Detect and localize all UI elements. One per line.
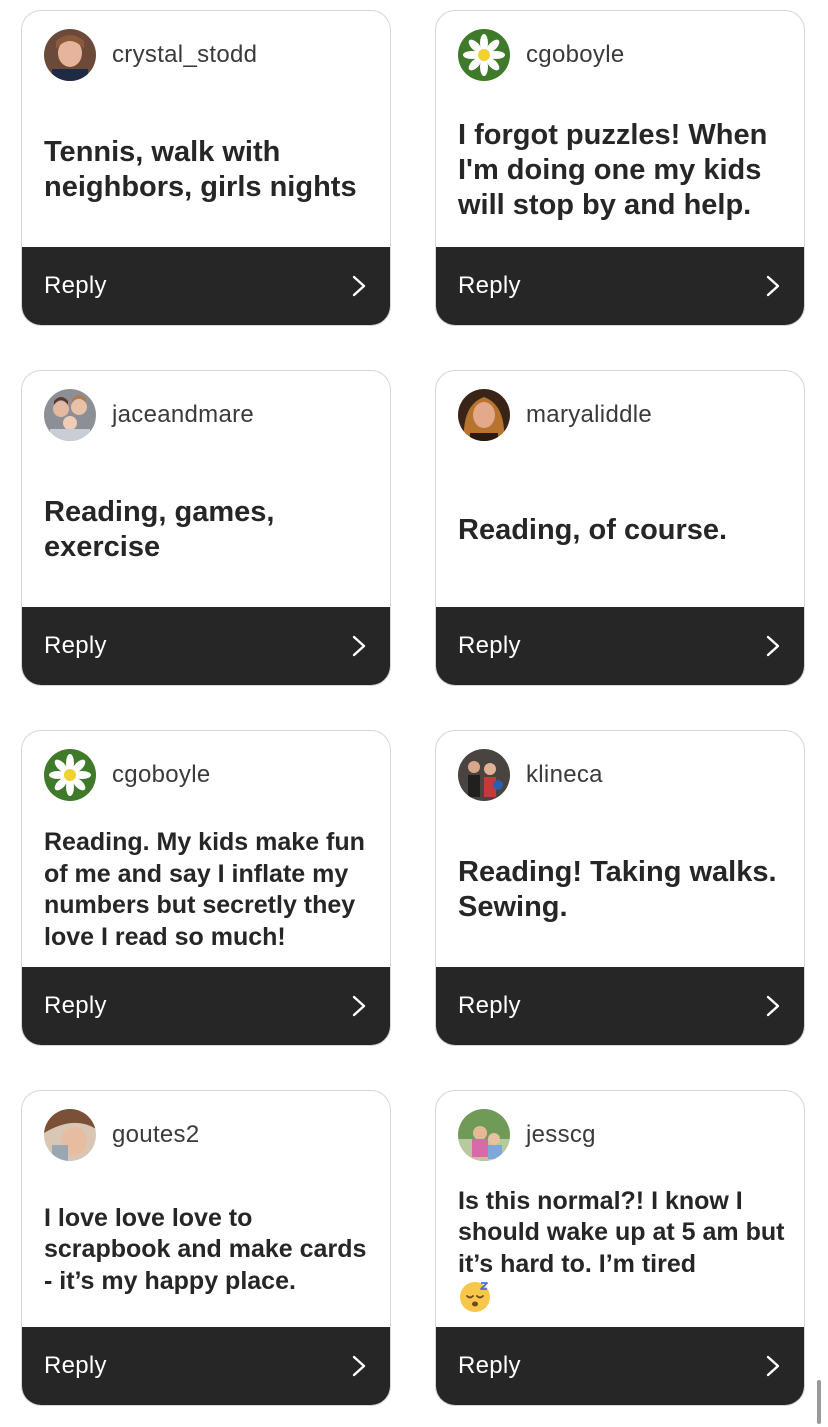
reply-button[interactable]: Reply — [436, 967, 804, 1045]
username[interactable]: crystal_stodd — [112, 41, 257, 69]
comment-author[interactable]: jaceandmare — [44, 389, 254, 441]
username[interactable]: klineca — [526, 761, 603, 789]
comment-card: jesscg Is this normal?! I know I should … — [435, 1090, 805, 1406]
reply-label: Reply — [458, 632, 521, 659]
comment-text: Reading, games, exercise — [44, 496, 275, 563]
reply-label: Reply — [44, 272, 107, 299]
username[interactable]: jesscg — [526, 1121, 596, 1149]
comment-text: Is this normal?! I know I should wake up… — [458, 1186, 786, 1315]
comment-text: I love love love to scrapbook and make c… — [44, 1203, 367, 1295]
reply-button[interactable]: Reply — [436, 607, 804, 685]
person-photo-avatar[interactable] — [44, 1109, 96, 1161]
reply-label: Reply — [458, 1352, 521, 1379]
comment-author[interactable]: klineca — [458, 749, 603, 801]
family-photo-avatar[interactable] — [44, 389, 96, 441]
reply-label: Reply — [44, 992, 107, 1019]
username[interactable]: goutes2 — [112, 1121, 200, 1149]
comment-text: I forgot puzzles! When I'm doing one my … — [458, 118, 768, 221]
reply-label: Reply — [44, 1352, 107, 1379]
comment-text: Tennis, walk with neighbors, girls night… — [44, 136, 357, 203]
woman-portrait-avatar[interactable] — [44, 29, 96, 81]
comment-text: Reading. My kids make fun of me and say … — [44, 828, 365, 951]
comment-card: klineca Reading! Taking walks. Sewing. R… — [435, 730, 805, 1046]
comment-card: crystal_stodd Tennis, walk with neighbor… — [21, 10, 391, 326]
group-photo-avatar[interactable] — [458, 749, 510, 801]
chevron-right-icon — [766, 275, 780, 297]
comment-author[interactable]: goutes2 — [44, 1109, 200, 1161]
reply-button[interactable]: Reply — [22, 607, 390, 685]
comment-card: maryaliddle Reading, of course. Reply — [435, 370, 805, 686]
username[interactable]: cgoboyle — [112, 761, 210, 789]
comment-text: Reading, of course. — [458, 513, 728, 546]
chevron-right-icon — [352, 995, 366, 1017]
reply-label: Reply — [458, 992, 521, 1019]
woman-portrait-avatar[interactable] — [458, 389, 510, 441]
chevron-right-icon — [352, 275, 366, 297]
chevron-right-icon — [352, 1355, 366, 1377]
reply-label: Reply — [458, 272, 521, 299]
comment-author[interactable]: cgoboyle — [44, 749, 210, 801]
username[interactable]: jaceandmare — [112, 401, 254, 429]
chevron-right-icon — [766, 995, 780, 1017]
comment-author[interactable]: jesscg — [458, 1109, 596, 1161]
reply-button[interactable]: Reply — [22, 967, 390, 1045]
chevron-right-icon — [766, 635, 780, 657]
reply-button[interactable]: Reply — [436, 247, 804, 325]
comment-author[interactable]: maryaliddle — [458, 389, 652, 441]
comments-grid: crystal_stodd Tennis, walk with neighbor… — [0, 0, 828, 1427]
username[interactable]: maryaliddle — [526, 401, 652, 429]
outdoor-photo-avatar[interactable] — [458, 1109, 510, 1161]
comment-card: cgoboyle Reading. My kids make fun of me… — [21, 730, 391, 1046]
comment-author[interactable]: cgoboyle — [458, 29, 624, 81]
username[interactable]: cgoboyle — [526, 41, 624, 69]
chevron-right-icon — [766, 1355, 780, 1377]
daisy-flower-avatar[interactable] — [458, 29, 510, 81]
reply-button[interactable]: Reply — [22, 1327, 390, 1405]
reply-button[interactable]: Reply — [22, 247, 390, 325]
comment-author[interactable]: crystal_stodd — [44, 29, 257, 81]
comment-card: jaceandmare Reading, games, exercise Rep… — [21, 370, 391, 686]
chevron-right-icon — [352, 635, 366, 657]
reply-label: Reply — [44, 632, 107, 659]
scrollbar[interactable] — [817, 1380, 821, 1424]
daisy-flower-avatar[interactable] — [44, 749, 96, 801]
comment-card: goutes2 I love love love to scrapbook an… — [21, 1090, 391, 1406]
reply-button[interactable]: Reply — [436, 1327, 804, 1405]
comment-card: cgoboyle I forgot puzzles! When I'm doin… — [435, 10, 805, 326]
sleeping-face-emoji — [460, 1282, 490, 1313]
comment-text: Reading! Taking walks. Sewing. — [458, 856, 777, 923]
